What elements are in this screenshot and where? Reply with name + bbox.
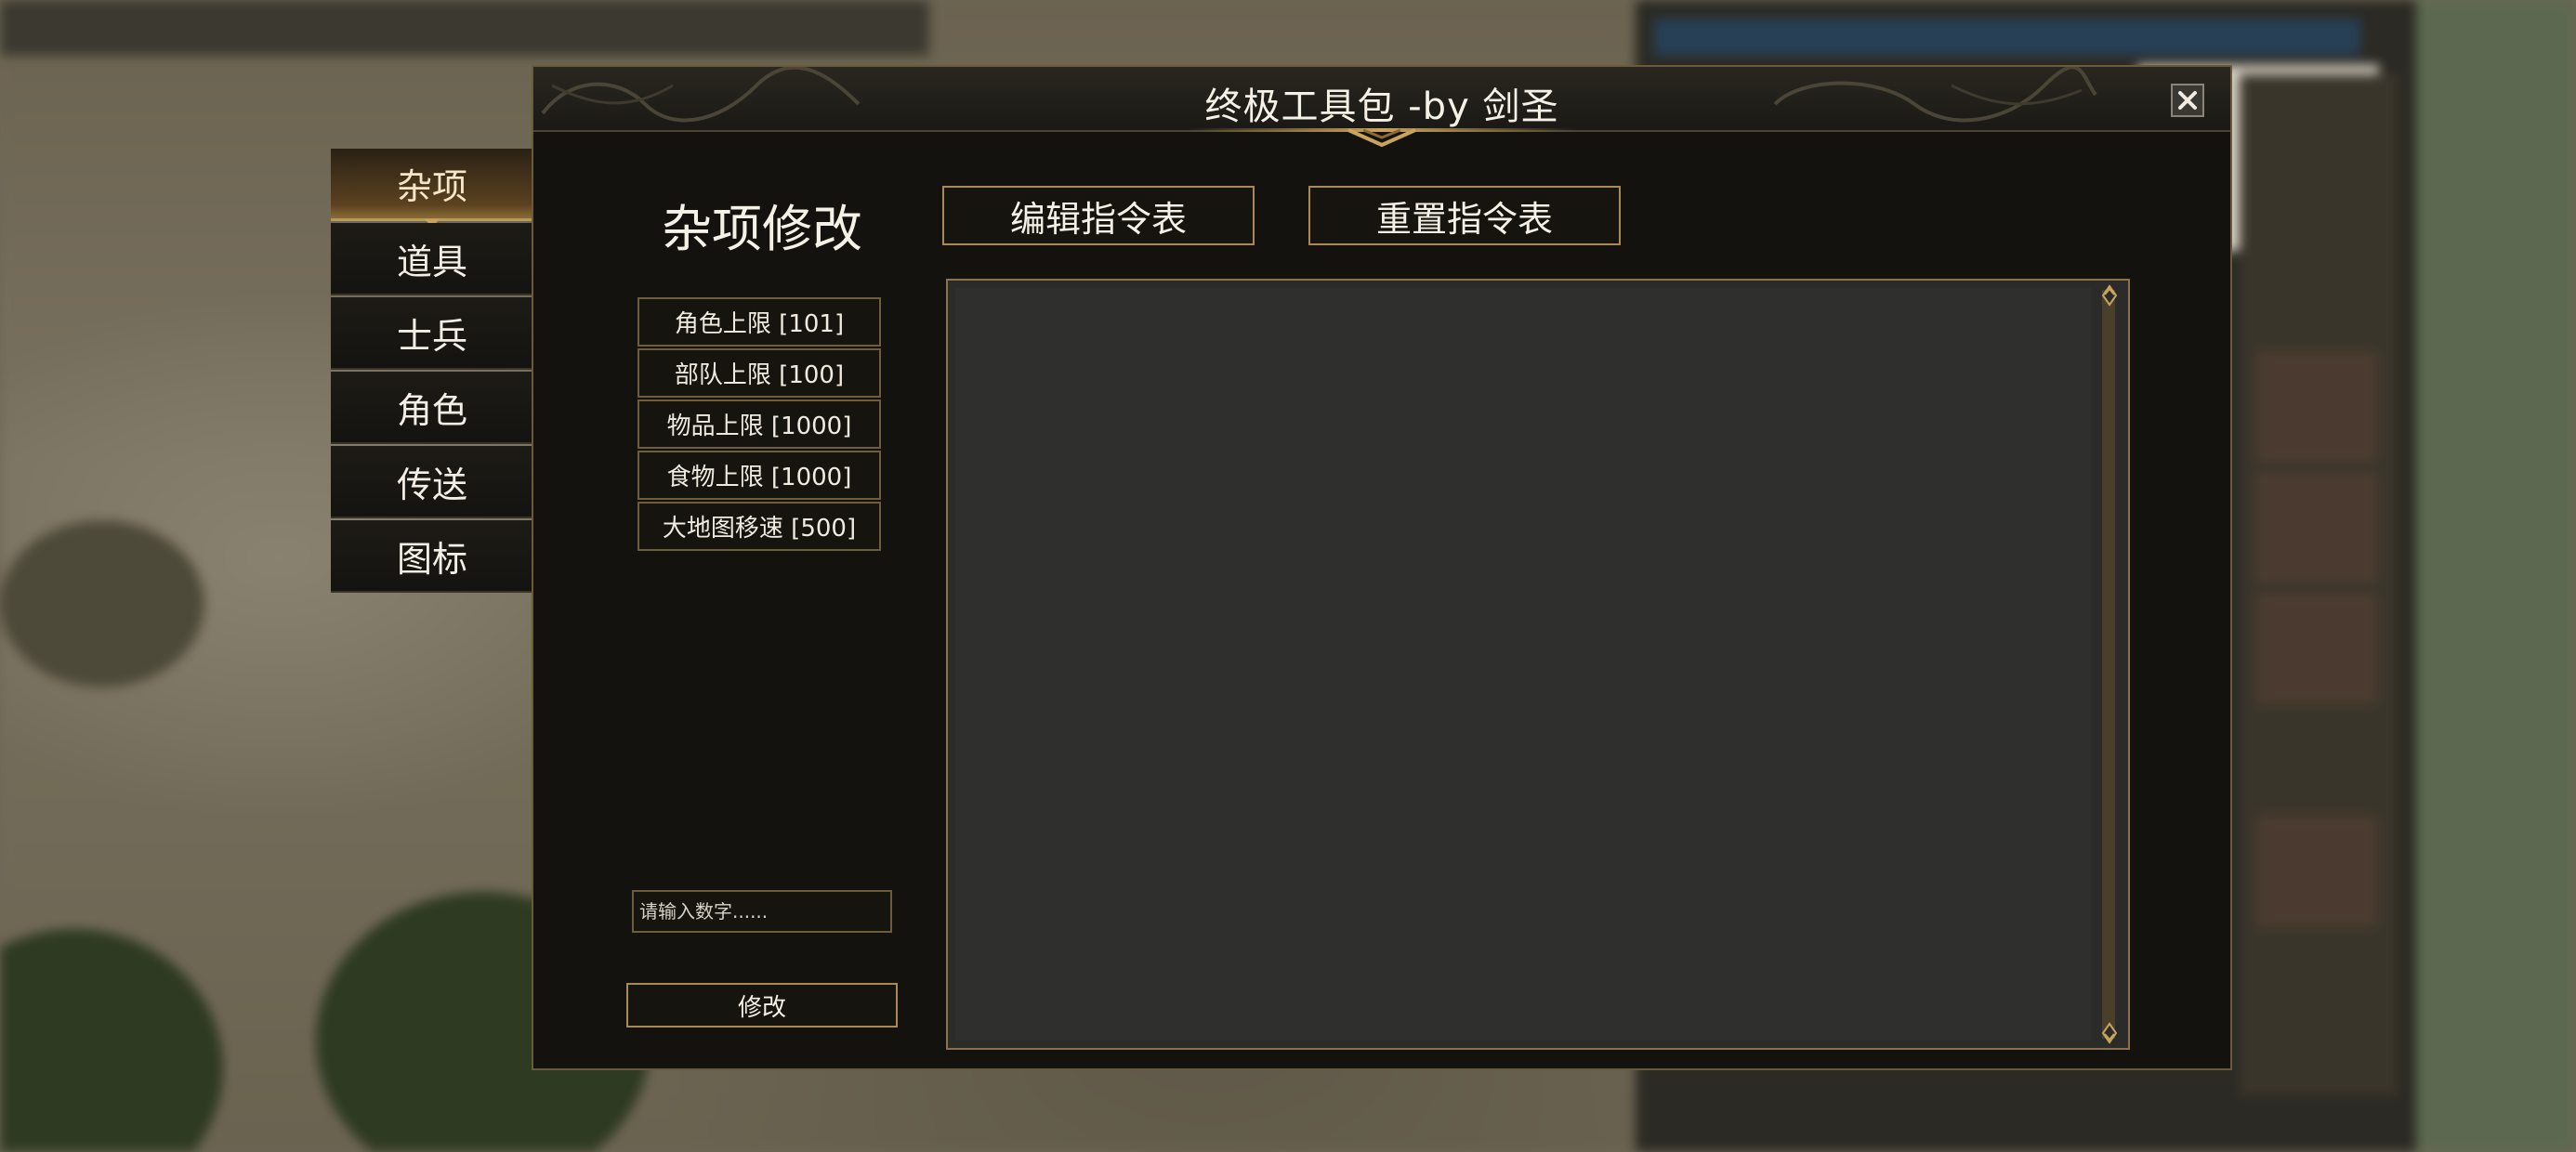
scroll-up-arrow-icon[interactable] [2100,284,2119,307]
tab-misc[interactable]: 杂项 [331,149,533,227]
window-title: 终极工具包 -by 剑圣 [1204,85,1559,128]
close-button[interactable] [2171,84,2204,117]
list-item-troop-cap[interactable]: 部队上限 [100] [637,348,881,398]
title-bar: 终极工具包 -by 剑圣 [533,67,2230,148]
number-input[interactable] [632,890,892,933]
list-item-map-speed[interactable]: 大地图移速 [500] [637,502,881,551]
modify-button[interactable]: 修改 [626,983,898,1028]
edit-command-table-button[interactable]: 编辑指令表 [942,186,1255,245]
tab-icons[interactable]: 图标 [331,520,533,593]
preset-list: 角色上限 [101] 部队上限 [100] 物品上限 [1000] 食物上限 [… [637,297,881,553]
scrollbar-track[interactable] [2102,290,2115,1039]
tab-soldiers[interactable]: 士兵 [331,297,533,370]
tab-items[interactable]: 道具 [331,223,533,295]
list-item-item-cap[interactable]: 物品上限 [1000] [637,399,881,449]
category-tabs: 杂项 道具 士兵 角色 传送 图标 [331,149,533,595]
toolkit-window: 终极工具包 -by 剑圣 杂项修改 编辑指令表 重置指令表 角色上限 [101]… [532,65,2232,1070]
scroll-down-arrow-icon[interactable] [2100,1022,2119,1044]
list-item-food-cap[interactable]: 食物上限 [1000] [637,451,881,500]
tab-characters[interactable]: 角色 [331,372,533,444]
close-icon [2178,91,2197,110]
title-chevron-icon [1347,128,1416,148]
tab-teleport[interactable]: 传送 [331,446,533,518]
panel-heading: 杂项修改 [662,200,862,258]
list-item-character-cap[interactable]: 角色上限 [101] [637,297,881,347]
command-text-content[interactable] [955,288,2091,1041]
reset-command-table-button[interactable]: 重置指令表 [1308,186,1621,245]
command-text-area[interactable] [946,279,2130,1050]
